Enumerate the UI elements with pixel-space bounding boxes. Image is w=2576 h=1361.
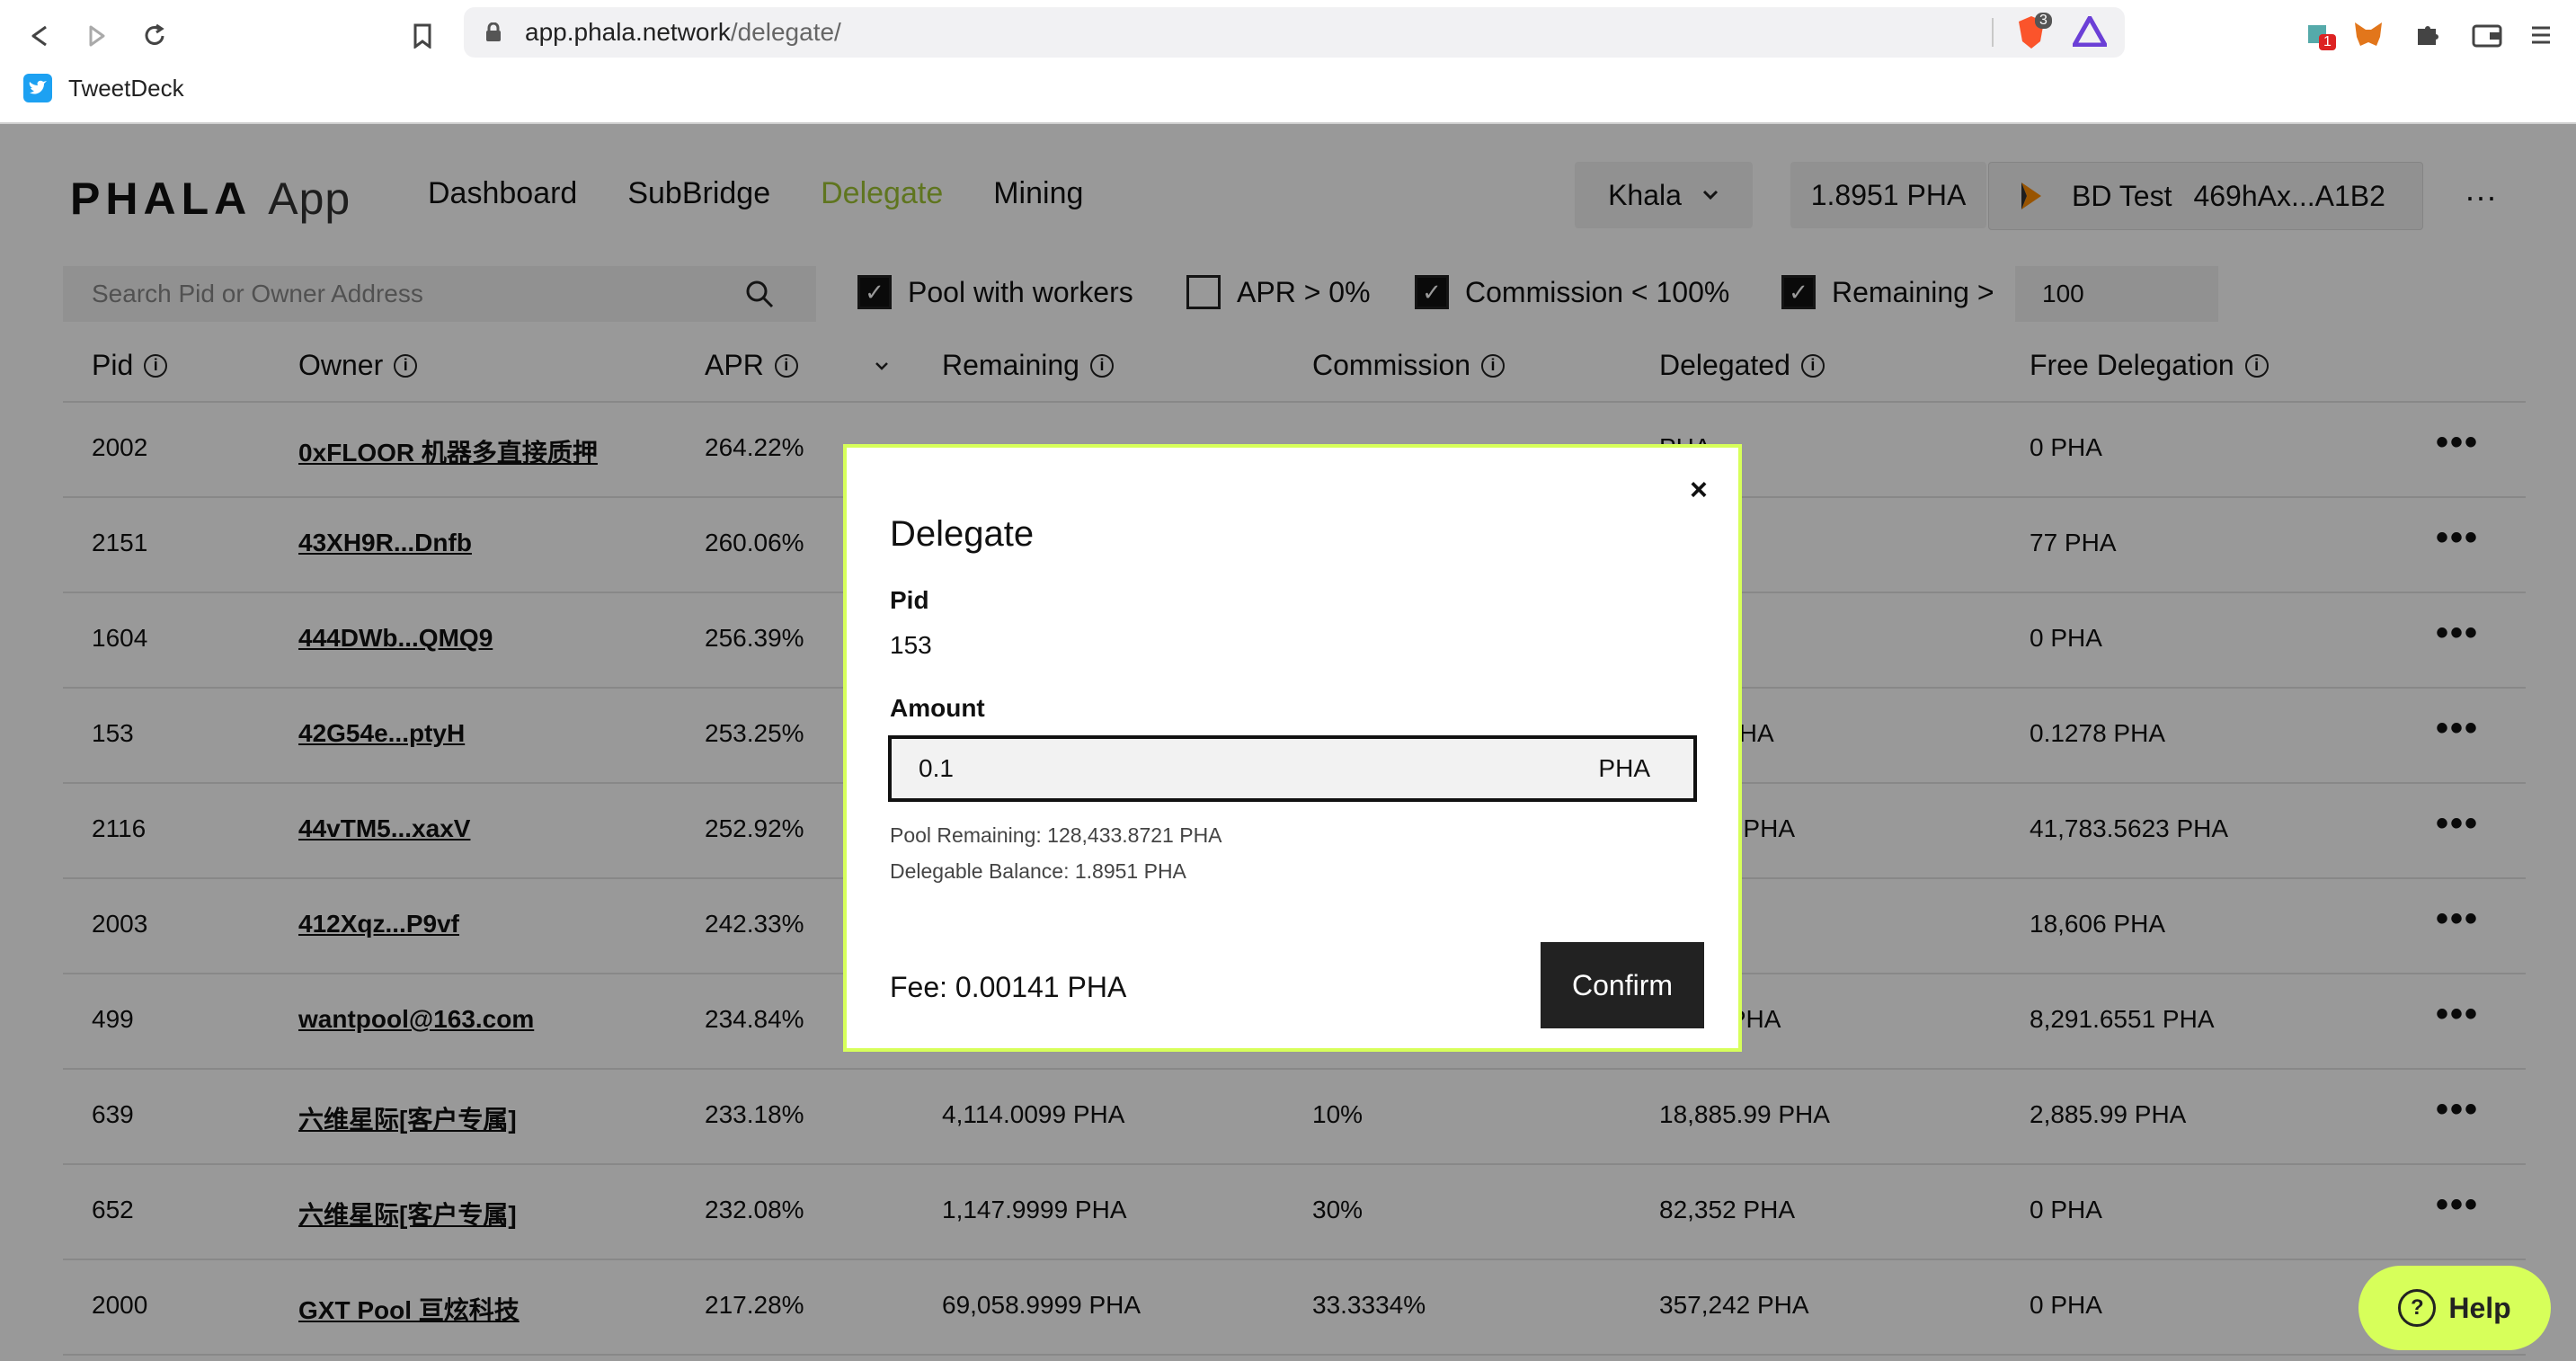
twitter-bird-icon [23,74,52,102]
brave-rewards-icon[interactable] [2070,13,2110,53]
extension-badge: 1 [2319,34,2336,50]
brave-shield-icon[interactable]: 3 [2015,13,2052,50]
amount-label: Amount [890,694,985,722]
bookmark-label: TweetDeck [68,74,184,102]
close-icon[interactable]: × [1690,473,1708,508]
amount-input[interactable]: 0.1 PHA [888,735,1697,802]
puzzle-extensions-icon[interactable] [2409,16,2447,54]
url-separator [1992,18,1994,47]
amount-unit: PHA [1598,754,1650,782]
delegable-balance-text: Delegable Balance: 1.8951 PHA [890,859,1186,883]
pool-remaining-text: Pool Remaining: 128,433.8721 PHA [890,823,1222,847]
lock-icon [486,22,501,41]
extension-icon[interactable]: 1 [2299,16,2337,54]
amount-value: 0.1 [919,754,954,782]
brave-badge: 3 [2035,13,2052,29]
browser-menu-icon[interactable] [2522,16,2560,54]
confirm-button[interactable]: Confirm [1541,942,1704,1028]
url-path: /delegate/ [730,18,841,46]
forward-icon[interactable] [77,16,117,56]
delegate-modal: × Delegate Pid 153 Amount 0.1 PHA Pool R… [843,444,1742,1052]
question-icon: ? [2398,1289,2437,1327]
wallet-icon[interactable] [2468,16,2506,54]
back-icon[interactable] [20,16,59,56]
pid-value: 153 [890,631,932,659]
help-label: Help [2448,1291,2511,1324]
browser-chrome: app.phala.network/delegate/ 3 1 TweetDec… [0,0,2576,124]
url-host: app.phala.network [525,18,731,46]
bookmark-page-icon[interactable] [403,16,442,56]
address-bar[interactable]: app.phala.network/delegate/ 3 [464,7,2125,58]
bookmark-tweetdeck[interactable]: TweetDeck [23,74,184,102]
pid-label: Pid [890,586,929,614]
metamask-fox-icon[interactable] [2349,16,2387,54]
reload-icon[interactable] [135,16,174,56]
modal-title: Delegate [890,514,1035,554]
help-button[interactable]: ? Help [2358,1266,2551,1350]
fee-text: Fee: 0.00141 PHA [890,971,1127,1003]
